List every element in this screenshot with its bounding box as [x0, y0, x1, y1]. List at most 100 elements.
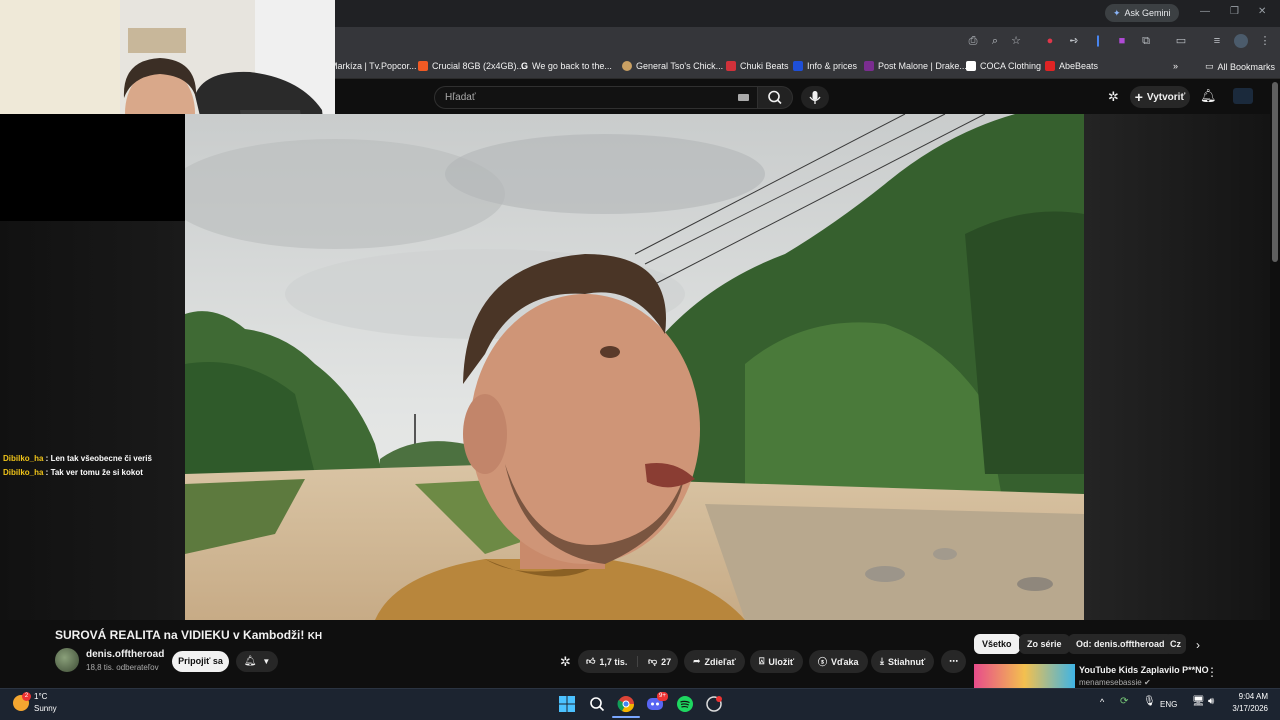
clock-time[interactable]: 9:04 AM	[1230, 692, 1268, 701]
bookmark-coca-clothing[interactable]: COCA Clothing	[966, 61, 1041, 71]
extension-twitch-icon[interactable]: ■	[1115, 34, 1129, 48]
tray-overflow-icon[interactable]: ^	[1100, 697, 1104, 707]
like-button[interactable]: 👍︎ 1,7 tis.	[578, 656, 638, 667]
chip-series[interactable]: Zo série	[1019, 634, 1070, 654]
chip-all[interactable]: Všetko	[974, 634, 1020, 654]
restore-icon[interactable]: ❐	[1230, 6, 1239, 17]
volume-icon[interactable]: 🔊︎	[1208, 696, 1214, 707]
bookmark-label: We go back to the...	[532, 61, 612, 71]
bookmark-icon: ⍓	[759, 656, 765, 666]
chrome-icon[interactable]	[617, 695, 635, 713]
chip-from-channel[interactable]: Od: denis.offtheroad	[1068, 634, 1173, 654]
search-icon	[768, 90, 782, 105]
cast-icon[interactable]: ▭	[1174, 34, 1188, 48]
notifications-bell-icon[interactable]: 🔔︎	[1200, 88, 1217, 104]
more-bookmarks-icon[interactable]: »	[1173, 61, 1178, 71]
join-button[interactable]: Pripojiť sa	[172, 651, 229, 672]
menu-kebab-icon[interactable]: ⋮	[1258, 34, 1272, 48]
windows-taskbar	[0, 688, 1280, 720]
save-label: Uložiť	[768, 656, 795, 667]
start-windows-icon[interactable]	[558, 695, 576, 713]
bookmark-markiza[interactable]: Markíza | Tv.Popcor...	[330, 61, 417, 71]
chat-message: Dibilko_ha : Tak ver tomu že si kokot	[3, 466, 152, 480]
plus-icon: +	[1134, 89, 1143, 105]
bookmark-label: COCA Clothing	[980, 61, 1042, 71]
chat-text: : Len tak všeobecne či veriš	[43, 454, 152, 463]
recommended-channel[interactable]: menamesebassie ✔	[1079, 678, 1151, 687]
bookmark-label: AbeBeats	[1059, 61, 1099, 71]
save-button[interactable]: ⍓ Uložiť	[750, 650, 804, 673]
ask-sparkle-icon[interactable]: ✲	[560, 654, 571, 670]
search-button[interactable]	[757, 86, 793, 109]
weather-badge: 2	[22, 692, 31, 701]
network-icon[interactable]: 🖥︎	[1192, 696, 1205, 707]
bookmark-chuki-beats[interactable]: Chuki Beats	[726, 61, 789, 71]
recommended-title[interactable]: YouTube Kids Zaplavilo P**NO	[1079, 665, 1209, 675]
share-button[interactable]: ➦ Zdieľať	[684, 650, 745, 673]
b-favicon-icon	[793, 61, 803, 71]
bookmark-crucial[interactable]: Crucial 8GB (2x4GB)...	[418, 61, 524, 71]
reading-list-icon[interactable]: ≡	[1210, 34, 1224, 48]
app-recorder-icon[interactable]	[705, 695, 723, 713]
zoom-icon[interactable]: ⌕	[988, 34, 1002, 48]
extension-arrow-icon[interactable]: ➺	[1067, 34, 1081, 48]
bookmark-google[interactable]: G We go back to the...	[521, 61, 612, 71]
create-label: Vytvoriť	[1146, 91, 1186, 103]
install-app-icon[interactable]: ⎙	[966, 34, 980, 48]
discord-badge: 9+	[657, 692, 668, 701]
recommended-thumbnail[interactable]	[974, 664, 1075, 688]
bookmark-abebeats[interactable]: AbeBeats	[1045, 61, 1098, 71]
player-left-ambient	[0, 221, 185, 620]
close-icon[interactable]: ✕	[1258, 6, 1266, 17]
page-scrollbar[interactable]	[1272, 82, 1278, 262]
spotify-icon[interactable]	[676, 695, 694, 713]
subscription-bell-button[interactable]: 🔔︎ ▼	[236, 651, 278, 672]
voice-search-button[interactable]	[801, 86, 829, 109]
channel-name[interactable]: denis.offtheroad	[86, 649, 164, 660]
search-taskbar-icon[interactable]	[588, 695, 606, 713]
crucial-favicon-icon	[418, 61, 428, 71]
bookmark-post-malone[interactable]: Post Malone | Drake...	[864, 61, 967, 71]
keyboard-icon[interactable]	[738, 94, 749, 101]
gemini-sparkle-icon[interactable]: ✲	[1108, 89, 1119, 105]
tray-sync-icon[interactable]: ⟳	[1120, 696, 1128, 707]
microphone-icon	[809, 91, 821, 104]
bookmark-info-prices[interactable]: Info & prices	[793, 61, 857, 71]
more-actions-button[interactable]: ⋯	[941, 650, 966, 673]
bookmark-star-icon[interactable]: ☆	[1009, 34, 1023, 48]
profile-avatar-icon[interactable]	[1234, 34, 1248, 48]
account-avatar[interactable]	[1233, 88, 1253, 104]
search-input[interactable]: Hľadať	[434, 86, 758, 109]
weather-condition[interactable]: Sunny	[34, 704, 57, 713]
gemini-icon: ✦	[1113, 7, 1121, 18]
create-button[interactable]: + Vytvoriť	[1130, 86, 1190, 108]
channel-avatar[interactable]	[55, 648, 79, 672]
weather-temperature[interactable]: 1°C	[34, 692, 47, 701]
verified-check-icon: ✔	[1143, 678, 1151, 687]
share-label: Zdieľať	[704, 656, 736, 667]
flag-code: KH	[307, 631, 323, 642]
chevron-right-icon[interactable]: ›	[1196, 638, 1200, 652]
extensions-puzzle-icon[interactable]: ⧉	[1139, 34, 1153, 48]
all-bookmarks-label: All Bookmarks	[1217, 61, 1276, 72]
all-bookmarks-folder[interactable]: ▭ All Bookmarks	[1205, 61, 1275, 72]
beats-favicon-icon	[726, 61, 736, 71]
download-button[interactable]: ⤓ Stiahnuť	[871, 650, 935, 673]
chip-partial[interactable]: Cz	[1164, 634, 1186, 654]
video-player[interactable]	[185, 114, 1084, 620]
ask-gemini-button[interactable]: ✦ Ask Gemini	[1105, 4, 1179, 22]
extension-audio-icon[interactable]: ❙	[1091, 34, 1105, 48]
dislike-button[interactable]: 👎︎ 27	[642, 656, 671, 667]
recommended-menu-icon[interactable]: ⋮	[1206, 665, 1218, 679]
tray-microphone-icon[interactable]: 🎙︎	[1143, 696, 1156, 707]
thanks-button[interactable]: ⓢ Vďaka	[809, 650, 868, 673]
ask-gemini-label: Ask Gemini	[1124, 8, 1171, 18]
minimize-icon[interactable]: —	[1200, 6, 1210, 17]
clock-date[interactable]: 3/17/2026	[1226, 704, 1268, 713]
language-indicator[interactable]: ENG	[1160, 700, 1177, 709]
bookmark-general-tso[interactable]: General Tso's Chick...	[622, 61, 723, 71]
extension-adblock-icon[interactable]: ●	[1043, 34, 1057, 48]
thumbs-up-icon: 👍︎	[586, 656, 596, 666]
more-horizontal-icon: ⋯	[949, 656, 958, 666]
music-favicon-icon	[864, 61, 874, 71]
